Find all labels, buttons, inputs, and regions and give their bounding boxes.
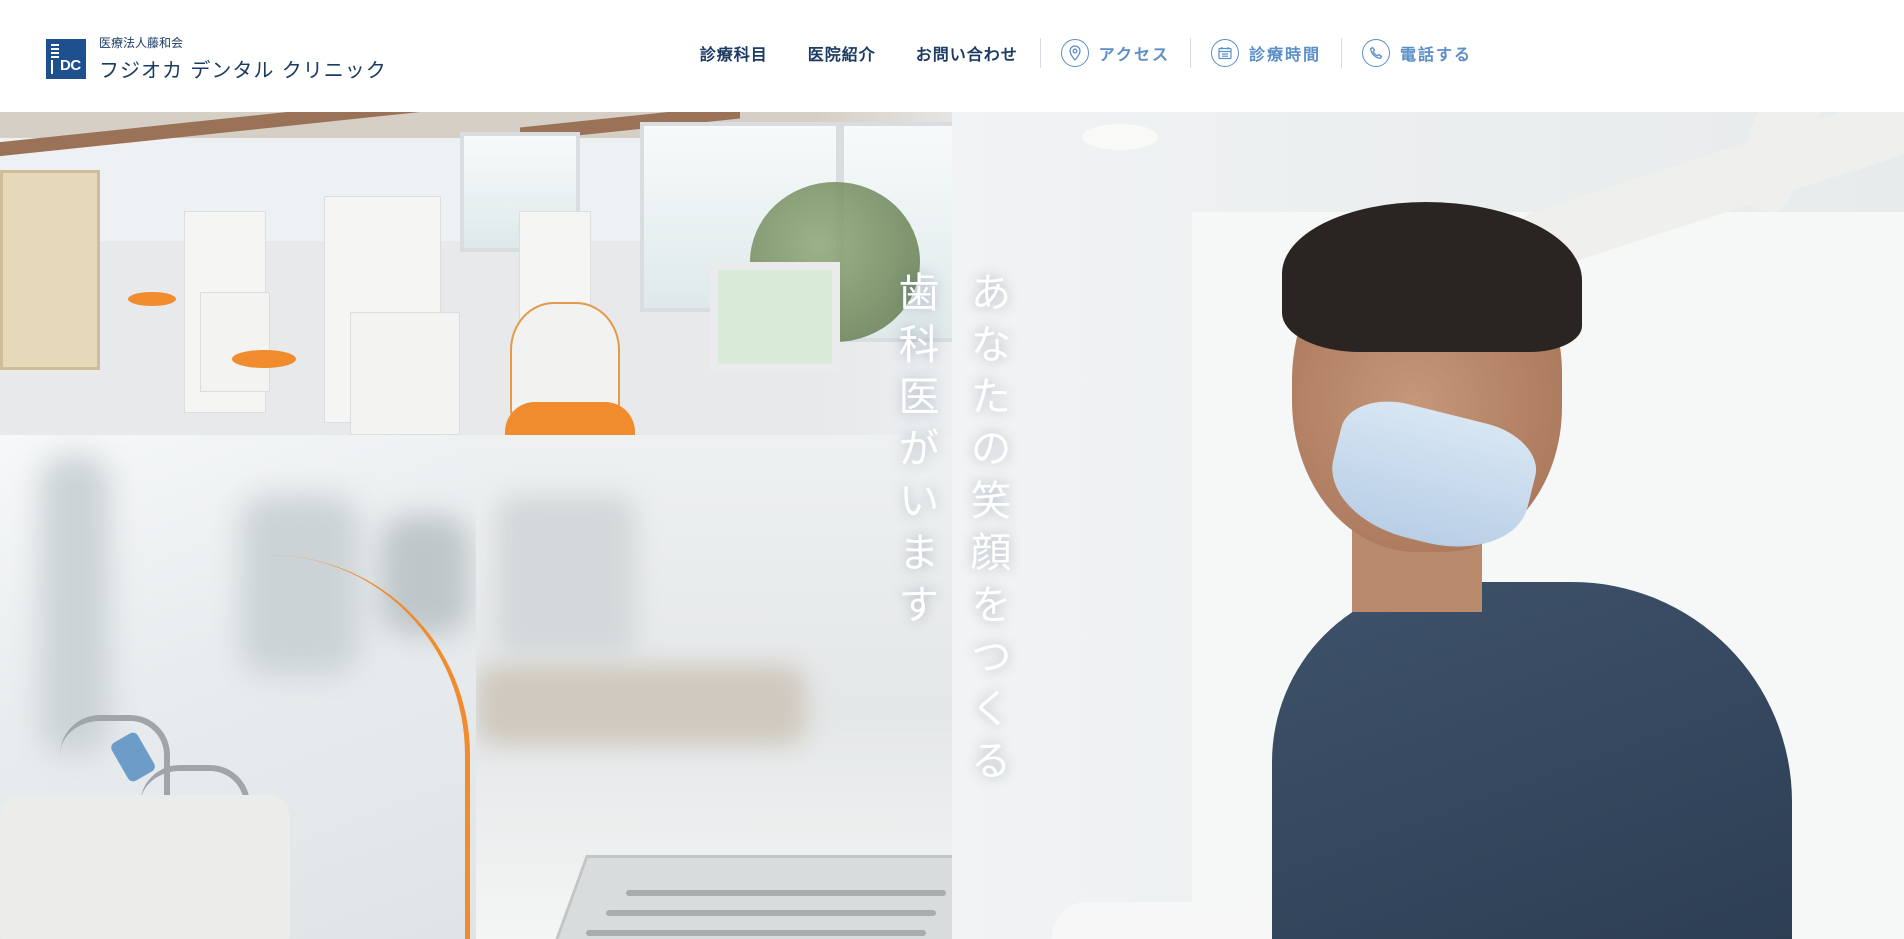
logo-mark-icon: DC (46, 38, 86, 79)
nav-divider (1189, 38, 1191, 68)
nav-access-label: アクセス (1098, 45, 1170, 64)
logo-mark-letters: DC (60, 56, 81, 74)
clinic-interior-photo (0, 112, 952, 435)
instrument-tray-photo (476, 435, 952, 939)
nav-hours-link[interactable]: 診療時間 (1210, 39, 1321, 67)
hero-catch-line-1: あなたの笑顔をつくる (963, 271, 1011, 791)
dentist-photo (952, 112, 1904, 939)
nav-phone-link[interactable]: 電話する (1361, 39, 1472, 67)
global-nav: 診療科目 医院紹介 お問い合わせ アクセス 診療時間 電話する (700, 38, 1472, 68)
nav-item-contact[interactable]: お問い合わせ (916, 41, 1018, 65)
site-logo[interactable]: DC 医療法人藤和会 フジオカ デンタル クリニック (46, 34, 387, 83)
nav-hours-label: 診療時間 (1248, 45, 1321, 64)
nav-item-treatments[interactable]: 診療科目 (700, 41, 768, 65)
logo-organization: 医療法人藤和会 (99, 36, 184, 50)
logo-clinic-name: フジオカ デンタル クリニック (99, 58, 387, 82)
nav-access-link[interactable]: アクセス (1060, 39, 1170, 67)
nav-divider (1340, 38, 1342, 68)
nav-item-clinic-intro[interactable]: 医院紹介 (808, 41, 876, 65)
hero-catch-line-2: 歯科医がいます (891, 271, 939, 635)
dental-tools-photo (0, 435, 476, 939)
site-header: DC 医療法人藤和会 フジオカ デンタル クリニック 診療科目 医院紹介 お問い… (0, 0, 1520, 112)
phone-icon (1361, 39, 1390, 67)
calendar-icon (1210, 39, 1239, 67)
map-pin-icon (1060, 39, 1089, 67)
nav-divider (1039, 38, 1041, 68)
nav-phone-label: 電話する (1399, 45, 1472, 64)
